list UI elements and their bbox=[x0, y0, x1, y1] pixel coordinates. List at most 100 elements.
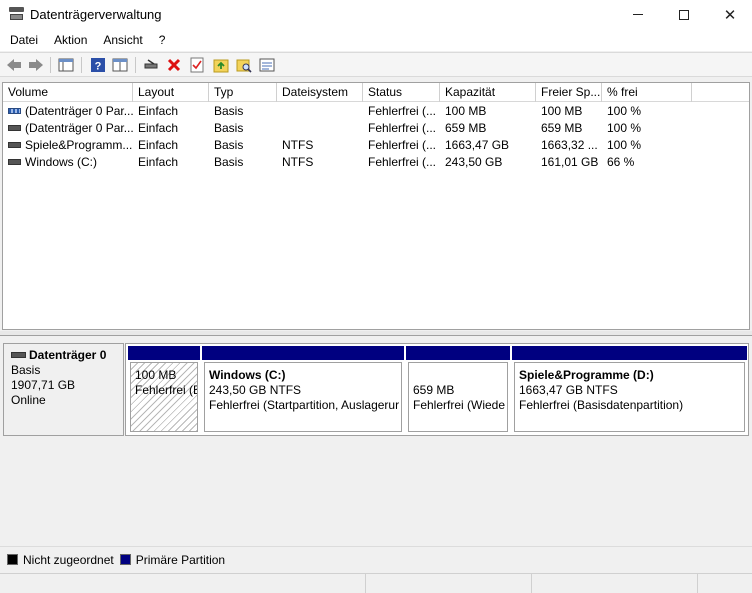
kapazitaet-cell: 243,50 GB bbox=[445, 155, 503, 169]
minimize-icon bbox=[633, 14, 643, 15]
column-header-volume[interactable]: Volume bbox=[3, 83, 133, 102]
disk-type: Basis bbox=[11, 363, 41, 377]
forward-button[interactable] bbox=[26, 56, 46, 74]
volume-cell: Windows (C:) bbox=[3, 154, 133, 171]
frei-cell: 100 MB bbox=[541, 104, 583, 118]
disk-size: 1907,71 GB bbox=[11, 378, 76, 392]
menu-datei[interactable]: Datei bbox=[2, 30, 46, 50]
status-cell: Fehlerfrei (... bbox=[368, 138, 437, 152]
partition-size: 243,50 GB NTFS bbox=[209, 383, 302, 397]
connect-icon bbox=[144, 59, 158, 69]
partition-map: 100 MB Fehlerfrei (E Windows (C:) 243,50… bbox=[125, 343, 749, 436]
column-header-layout[interactable]: Layout bbox=[133, 83, 209, 102]
toolbar-separator bbox=[81, 57, 82, 73]
column-header-kapazitaet[interactable]: Kapazität bbox=[440, 83, 536, 102]
kapazitaet-cell: 100 MB bbox=[445, 104, 487, 118]
column-header-dateisystem[interactable]: Dateisystem bbox=[277, 83, 363, 102]
close-button[interactable]: ✕ bbox=[707, 0, 752, 29]
volume-cell: (Datenträger 0 Par... bbox=[3, 103, 133, 120]
list-view-icon bbox=[259, 58, 275, 72]
partition-status: Fehlerfrei (Basisdatenpartition) bbox=[519, 398, 684, 412]
layout-cell: Einfach bbox=[138, 155, 179, 169]
maximize-icon bbox=[679, 9, 689, 20]
unallocated-swatch bbox=[7, 554, 18, 565]
disk-state: Online bbox=[11, 393, 46, 407]
prozent-cell: 100 % bbox=[607, 138, 642, 152]
legend: Nicht zugeordnet Primäre Partition bbox=[0, 546, 752, 572]
delete-button[interactable] bbox=[164, 56, 184, 74]
prozent-cell: 100 % bbox=[607, 121, 642, 135]
typ-cell: Basis bbox=[214, 155, 244, 169]
partition-body: Windows (C:) 243,50 GB NTFS Fehlerfrei (… bbox=[204, 362, 402, 432]
maximize-button[interactable] bbox=[661, 0, 707, 29]
prozent-cell: 66 % bbox=[607, 155, 635, 169]
help-button[interactable]: ? bbox=[88, 56, 108, 74]
kapazitaet-cell: 1663,47 GB bbox=[445, 138, 510, 152]
title-bar: Datenträgerverwaltung ✕ bbox=[0, 0, 752, 29]
back-button[interactable] bbox=[4, 56, 24, 74]
folder-up-button[interactable] bbox=[211, 56, 231, 74]
disk-icon bbox=[8, 158, 21, 165]
volume-list-header: Volume Layout Typ Dateisystem Status Kap… bbox=[3, 83, 749, 102]
frei-cell: 161,01 GB bbox=[541, 155, 599, 169]
menu-help[interactable]: ? bbox=[151, 30, 174, 50]
volume-cell: Spiele&Programm... bbox=[3, 137, 133, 154]
properties-pane-button[interactable] bbox=[56, 56, 76, 74]
layout-cell: Einfach bbox=[138, 104, 179, 118]
list-view-button[interactable] bbox=[257, 56, 277, 74]
toolbar-separator bbox=[135, 57, 136, 73]
partition-status: Fehlerfrei (Startpartition, Auslagerur bbox=[209, 398, 400, 412]
dateisystem-cell: NTFS bbox=[282, 155, 314, 169]
disk-graphical-view: Datenträger 0 Basis 1907,71 GB Online 10… bbox=[0, 335, 752, 545]
table-row[interactable]: (Datenträger 0 Par... Einfach Basis Fehl… bbox=[3, 103, 749, 120]
volume-list[interactable]: Volume Layout Typ Dateisystem Status Kap… bbox=[2, 82, 750, 330]
partition-recovery[interactable]: 659 MB Fehlerfrei (Wiede bbox=[406, 346, 510, 434]
close-icon: ✕ bbox=[723, 6, 737, 24]
menu-ansicht[interactable]: Ansicht bbox=[95, 30, 150, 50]
status-bar-section bbox=[0, 574, 366, 593]
column-header-status[interactable]: Status bbox=[363, 83, 440, 102]
status-bar-section bbox=[366, 574, 532, 593]
dateisystem-cell bbox=[277, 120, 363, 137]
column-header-freier-speicher[interactable]: Freier Sp... bbox=[536, 83, 602, 102]
column-header-typ[interactable]: Typ bbox=[209, 83, 277, 102]
column-header-prozent-frei[interactable]: % frei bbox=[602, 83, 692, 102]
legend-item-unallocated: Nicht zugeordnet bbox=[7, 553, 114, 567]
folder-search-icon bbox=[236, 59, 252, 73]
primary-partition-bar bbox=[128, 346, 200, 360]
partition-size: 659 MB bbox=[413, 383, 455, 397]
partition-efi[interactable]: 100 MB Fehlerfrei (E bbox=[128, 346, 200, 434]
partition-title bbox=[413, 368, 507, 383]
connect-button[interactable] bbox=[141, 56, 161, 74]
checklist-icon bbox=[190, 57, 204, 73]
partition-spiele-d[interactable]: Spiele&Programme (D:) 1663,47 GB NTFS Fe… bbox=[512, 346, 747, 434]
dateisystem-cell bbox=[277, 103, 363, 120]
view-pane-button[interactable] bbox=[110, 56, 130, 74]
folder-search-button[interactable] bbox=[234, 56, 254, 74]
typ-cell: Basis bbox=[214, 138, 244, 152]
typ-cell: Basis bbox=[214, 121, 244, 135]
folder-up-icon bbox=[213, 59, 229, 73]
partition-windows-c[interactable]: Windows (C:) 243,50 GB NTFS Fehlerfrei (… bbox=[202, 346, 404, 434]
table-row[interactable]: Spiele&Programm... Einfach Basis NTFS Fe… bbox=[3, 137, 749, 154]
disk-0-label[interactable]: Datenträger 0 Basis 1907,71 GB Online bbox=[3, 343, 124, 436]
back-arrow-icon bbox=[7, 59, 21, 71]
disk-icon bbox=[8, 141, 21, 148]
dateisystem-cell: NTFS bbox=[282, 138, 314, 152]
menu-aktion[interactable]: Aktion bbox=[46, 30, 95, 50]
minimize-button[interactable] bbox=[615, 0, 661, 29]
partition-title: Windows (C:) bbox=[209, 368, 286, 382]
window-title: Datenträgerverwaltung bbox=[30, 7, 162, 22]
forward-arrow-icon bbox=[29, 59, 43, 71]
primary-partition-bar bbox=[406, 346, 510, 360]
delete-icon bbox=[167, 58, 181, 72]
table-row[interactable]: Windows (C:) Einfach Basis NTFS Fehlerfr… bbox=[3, 154, 749, 171]
checklist-button[interactable] bbox=[187, 56, 207, 74]
primary-partition-bar bbox=[512, 346, 747, 360]
partition-body: Spiele&Programme (D:) 1663,47 GB NTFS Fe… bbox=[514, 362, 745, 432]
primary-partition-bar bbox=[202, 346, 404, 360]
layout-cell: Einfach bbox=[138, 121, 179, 135]
status-cell: Fehlerfrei (... bbox=[368, 155, 437, 169]
table-row[interactable]: (Datenträger 0 Par... Einfach Basis Fehl… bbox=[3, 120, 749, 137]
primary-partition-swatch bbox=[119, 554, 131, 565]
